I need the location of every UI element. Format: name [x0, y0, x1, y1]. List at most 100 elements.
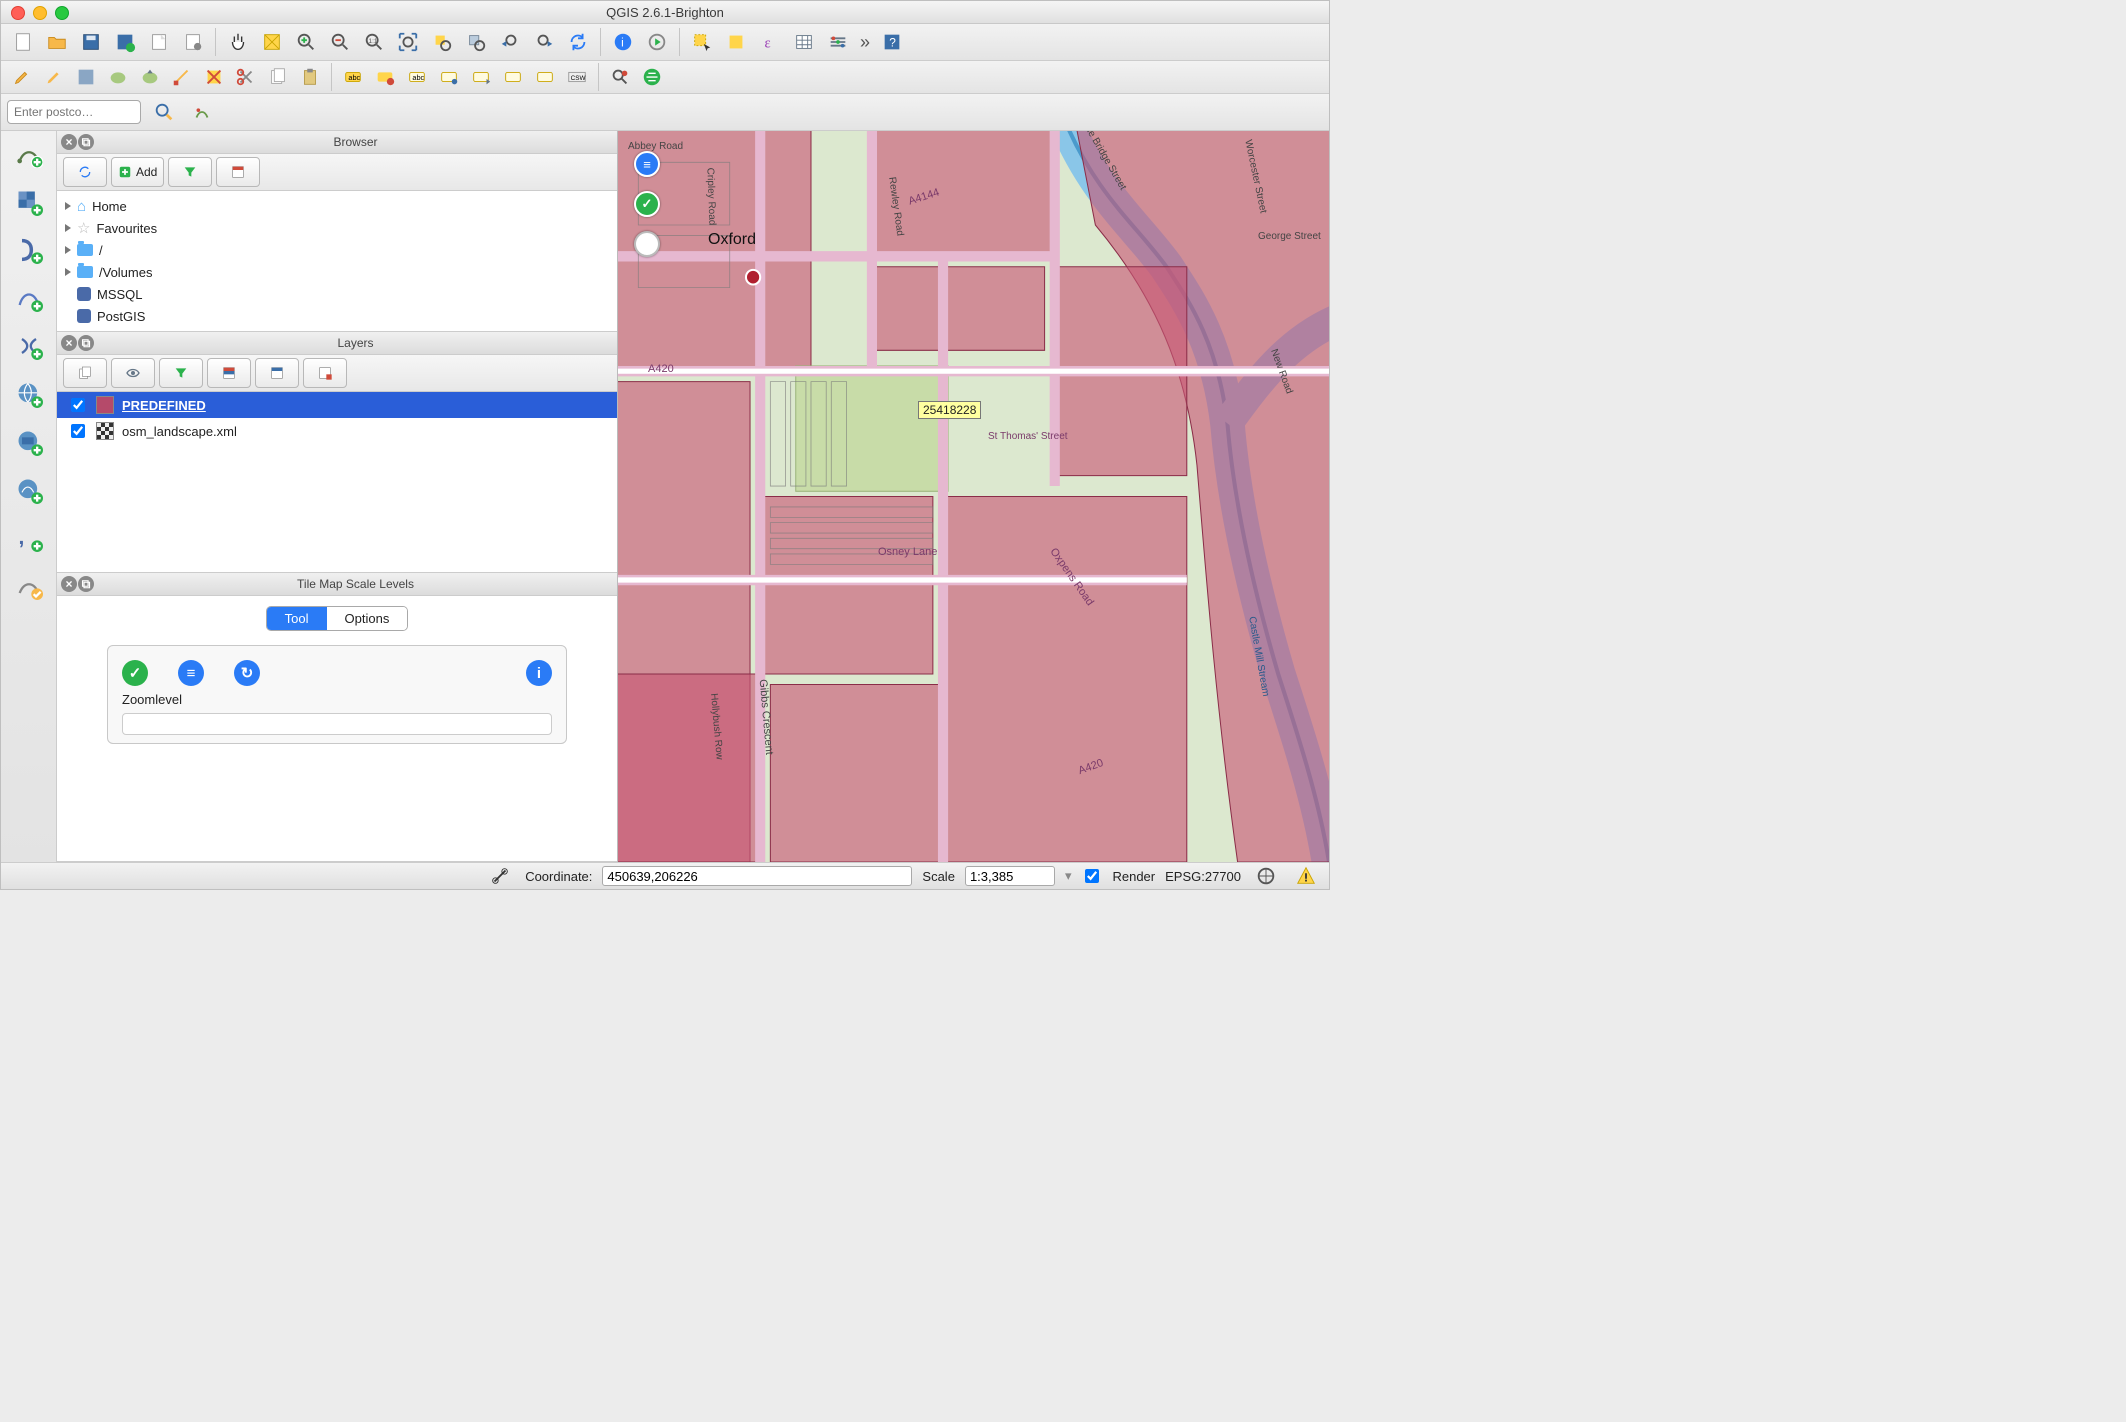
locator-config-button[interactable] — [187, 98, 217, 126]
tms-ok-icon[interactable]: ✓ — [122, 660, 148, 686]
label-highlight-button[interactable]: abc — [402, 63, 432, 91]
csw-button[interactable]: CSW — [562, 63, 592, 91]
new-shapefile-button[interactable] — [12, 569, 46, 603]
browser-item[interactable]: / — [57, 239, 617, 261]
panel-close-button[interactable]: × — [61, 134, 77, 150]
node-tool-button[interactable] — [167, 63, 197, 91]
add-postgis-layer-button[interactable] — [12, 233, 46, 267]
label-pin-button[interactable] — [370, 63, 400, 91]
select-features-button[interactable] — [686, 26, 718, 58]
browser-item[interactable]: /Volumes — [57, 261, 617, 283]
zoom-to-layer-button[interactable] — [460, 26, 492, 58]
crs-button[interactable] — [1251, 862, 1281, 890]
label-tool-button[interactable]: abc — [338, 63, 368, 91]
open-attribute-table-button[interactable] — [788, 26, 820, 58]
add-mssql-layer-button[interactable] — [12, 329, 46, 363]
select-by-expression-button[interactable] — [720, 26, 752, 58]
zoom-native-button[interactable]: 1:1 — [358, 26, 390, 58]
map-canvas[interactable]: ≡ ✓ Oxford 25418228 A4144 A420 A420 Osne… — [618, 131, 1329, 862]
layer-item[interactable]: PREDEFINED — [57, 392, 617, 418]
tms-reload-icon[interactable]: ↻ — [234, 660, 260, 686]
browser-item[interactable]: ⌂Home — [57, 195, 617, 217]
paste-features-button[interactable] — [295, 63, 325, 91]
zoom-next-button[interactable] — [528, 26, 560, 58]
tms-info-icon[interactable]: i — [526, 660, 552, 686]
zoom-out-button[interactable] — [324, 26, 356, 58]
topology-button[interactable] — [637, 63, 667, 91]
minimize-window-button[interactable] — [33, 6, 47, 20]
layers-remove-button[interactable] — [303, 358, 347, 388]
tms-tab-tool[interactable]: Tool — [267, 607, 327, 630]
add-spatialite-layer-button[interactable] — [12, 281, 46, 315]
add-delimited-text-button[interactable]: , — [12, 521, 46, 555]
expression-button[interactable]: ε — [754, 26, 786, 58]
new-print-composer-button[interactable] — [143, 26, 175, 58]
pan-button[interactable] — [222, 26, 254, 58]
tms-tab-switch[interactable]: Tool Options — [266, 606, 409, 631]
render-checkbox[interactable] — [1085, 869, 1099, 883]
layers-add-group-button[interactable] — [63, 358, 107, 388]
browser-tree[interactable]: ⌂Home☆Favourites//VolumesMSSQLPostGIS — [57, 191, 617, 331]
zoomlevel-input[interactable] — [122, 713, 552, 735]
layer-visibility-checkbox[interactable] — [71, 424, 85, 438]
help-button[interactable]: ? — [876, 26, 908, 58]
close-window-button[interactable] — [11, 6, 25, 20]
run-feature-action-button[interactable] — [641, 26, 673, 58]
coordinate-input[interactable] — [602, 866, 912, 886]
layers-visibility-button[interactable] — [111, 358, 155, 388]
browser-refresh-button[interactable] — [63, 157, 107, 187]
add-raster-layer-button[interactable] — [12, 185, 46, 219]
zoom-window-button[interactable] — [55, 6, 69, 20]
layers-filter-button[interactable] — [159, 358, 203, 388]
layer-visibility-checkbox[interactable] — [71, 398, 85, 412]
layers-expand-button[interactable] — [207, 358, 251, 388]
layer-item[interactable]: osm_landscape.xml — [57, 418, 617, 444]
browser-filter-button[interactable] — [168, 157, 212, 187]
layers-collapse-button[interactable] — [255, 358, 299, 388]
refresh-button[interactable] — [562, 26, 594, 58]
map-layer-list-icon[interactable]: ≡ — [634, 151, 660, 177]
locator-search-button[interactable] — [149, 98, 179, 126]
field-calculator-button[interactable] — [822, 26, 854, 58]
label-show-button[interactable] — [434, 63, 464, 91]
map-blank-icon[interactable] — [634, 231, 660, 257]
composer-manager-button[interactable] — [177, 26, 209, 58]
current-edits-button[interactable] — [39, 63, 69, 91]
open-project-button[interactable] — [41, 26, 73, 58]
messages-button[interactable] — [1291, 862, 1321, 890]
panel-detach-button[interactable]: ⧉ — [78, 335, 94, 351]
save-as-button[interactable] — [109, 26, 141, 58]
delete-selected-button[interactable] — [199, 63, 229, 91]
browser-item[interactable]: ☆Favourites — [57, 217, 617, 239]
label-rotate-button[interactable] — [498, 63, 528, 91]
panel-detach-button[interactable]: ⧉ — [78, 134, 94, 150]
browser-item[interactable]: MSSQL — [57, 283, 617, 305]
pan-to-selection-button[interactable] — [256, 26, 288, 58]
browser-add-button[interactable]: Add — [111, 157, 164, 187]
add-vector-layer-button[interactable] — [12, 137, 46, 171]
add-feature-button[interactable] — [103, 63, 133, 91]
search-button[interactable] — [605, 63, 635, 91]
toggle-editing-button[interactable] — [7, 63, 37, 91]
new-project-button[interactable] — [7, 26, 39, 58]
save-project-button[interactable] — [75, 26, 107, 58]
identify-button[interactable]: i — [607, 26, 639, 58]
postcode-input[interactable] — [7, 100, 141, 124]
zoom-in-button[interactable] — [290, 26, 322, 58]
browser-item[interactable]: PostGIS — [57, 305, 617, 327]
map-ok-icon[interactable]: ✓ — [634, 191, 660, 217]
toggle-extents-button[interactable] — [485, 862, 515, 890]
zoom-full-button[interactable] — [392, 26, 424, 58]
scale-input[interactable] — [965, 866, 1055, 886]
panel-close-button[interactable]: × — [61, 576, 77, 592]
cut-features-button[interactable] — [231, 63, 261, 91]
toolbar-overflow-button[interactable]: » — [856, 32, 874, 53]
add-wcs-layer-button[interactable] — [12, 425, 46, 459]
panel-detach-button[interactable]: ⧉ — [78, 576, 94, 592]
label-move-button[interactable] — [466, 63, 496, 91]
browser-properties-button[interactable] — [216, 157, 260, 187]
panel-close-button[interactable]: × — [61, 335, 77, 351]
tms-tab-options[interactable]: Options — [327, 607, 408, 630]
zoom-last-button[interactable] — [494, 26, 526, 58]
label-change-button[interactable] — [530, 63, 560, 91]
